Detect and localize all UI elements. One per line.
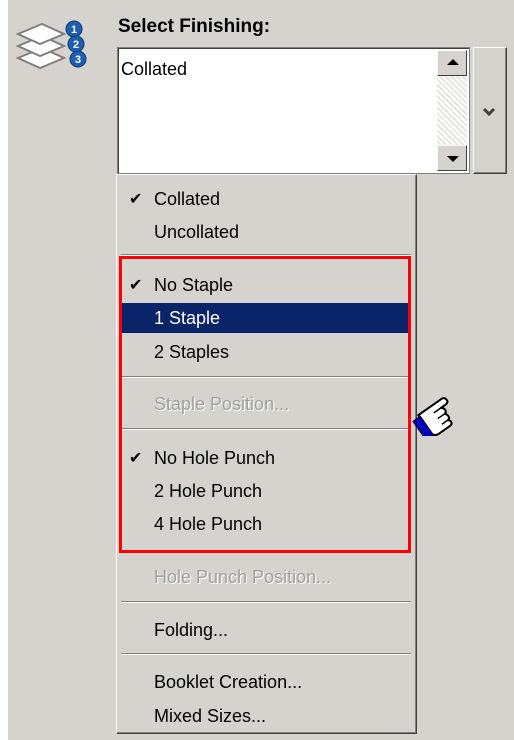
menu-item-label: 1 Staple (154, 308, 221, 328)
menu-item-label: Collated (154, 189, 221, 209)
menu-separator (121, 653, 411, 655)
checkmark-icon: ✔ (129, 191, 143, 208)
menu-item-booklet-creation[interactable]: Booklet Creation... (120, 667, 410, 697)
dropdown-button[interactable] (473, 47, 507, 174)
menu-item-1-staple[interactable]: 1 Staple (120, 303, 410, 333)
listbox-selected-value[interactable]: Collated (121, 59, 187, 80)
svg-text:1: 1 (71, 24, 77, 36)
scroll-up-button[interactable] (437, 50, 467, 76)
menu-item-mixed-sizes[interactable]: Mixed Sizes... (120, 701, 410, 731)
menu-item-label: Booklet Creation... (154, 672, 303, 692)
menu-item-label: Uncollated (154, 222, 240, 242)
menu-separator (121, 428, 411, 430)
menu-item-label: No Hole Punch (154, 448, 276, 468)
menu-separator (121, 601, 411, 603)
menu-item-no-staple[interactable]: ✔ No Staple (120, 270, 410, 300)
scroll-down-button[interactable] (437, 145, 467, 171)
menu-item-label: Folding... (154, 620, 229, 640)
menu-item-label: 2 Staples (154, 342, 230, 362)
menu-separator (121, 254, 411, 256)
pointing-hand-icon (412, 397, 453, 436)
menu-item-4-hole-punch[interactable]: 4 Hole Punch (120, 509, 410, 539)
menu-item-collated[interactable]: ✔ Collated (120, 184, 410, 214)
menu-item-label: Staple Position... (154, 394, 290, 414)
menu-item-label: Hole Punch Position... (154, 567, 332, 587)
menu-item-label: Mixed Sizes... (154, 706, 267, 726)
section-title: Select Finishing: (118, 16, 271, 37)
finishing-menu: ✔ Collated Uncollated ✔ No Staple 1 Stap… (116, 174, 417, 734)
menu-item-label: 4 Hole Punch (154, 514, 263, 534)
menu-item-staple-position: Staple Position... (120, 389, 410, 419)
collated-pages-icon: 1 2 3 (15, 20, 87, 70)
menu-item-label: No Staple (154, 275, 234, 295)
menu-item-2-hole-punch[interactable]: 2 Hole Punch (120, 476, 410, 506)
svg-text:3: 3 (75, 54, 81, 66)
arrow-up-icon (447, 59, 459, 65)
menu-item-hole-punch-position: Hole Punch Position... (120, 562, 410, 592)
checkmark-icon: ✔ (129, 277, 143, 294)
chevron-down-icon (482, 107, 496, 117)
finishing-listbox[interactable]: Collated (117, 47, 470, 174)
checkmark-icon: ✔ (129, 450, 143, 467)
menu-item-2-staples[interactable]: 2 Staples (120, 337, 410, 367)
menu-item-no-hole-punch[interactable]: ✔ No Hole Punch (120, 443, 410, 473)
svg-text:2: 2 (73, 39, 79, 51)
menu-item-uncollated[interactable]: Uncollated (120, 217, 410, 247)
listbox-scrollbar[interactable] (437, 50, 467, 171)
arrow-down-icon (447, 156, 459, 162)
menu-item-folding[interactable]: Folding... (120, 615, 410, 645)
menu-item-label: 2 Hole Punch (154, 481, 263, 501)
menu-separator (121, 376, 411, 378)
